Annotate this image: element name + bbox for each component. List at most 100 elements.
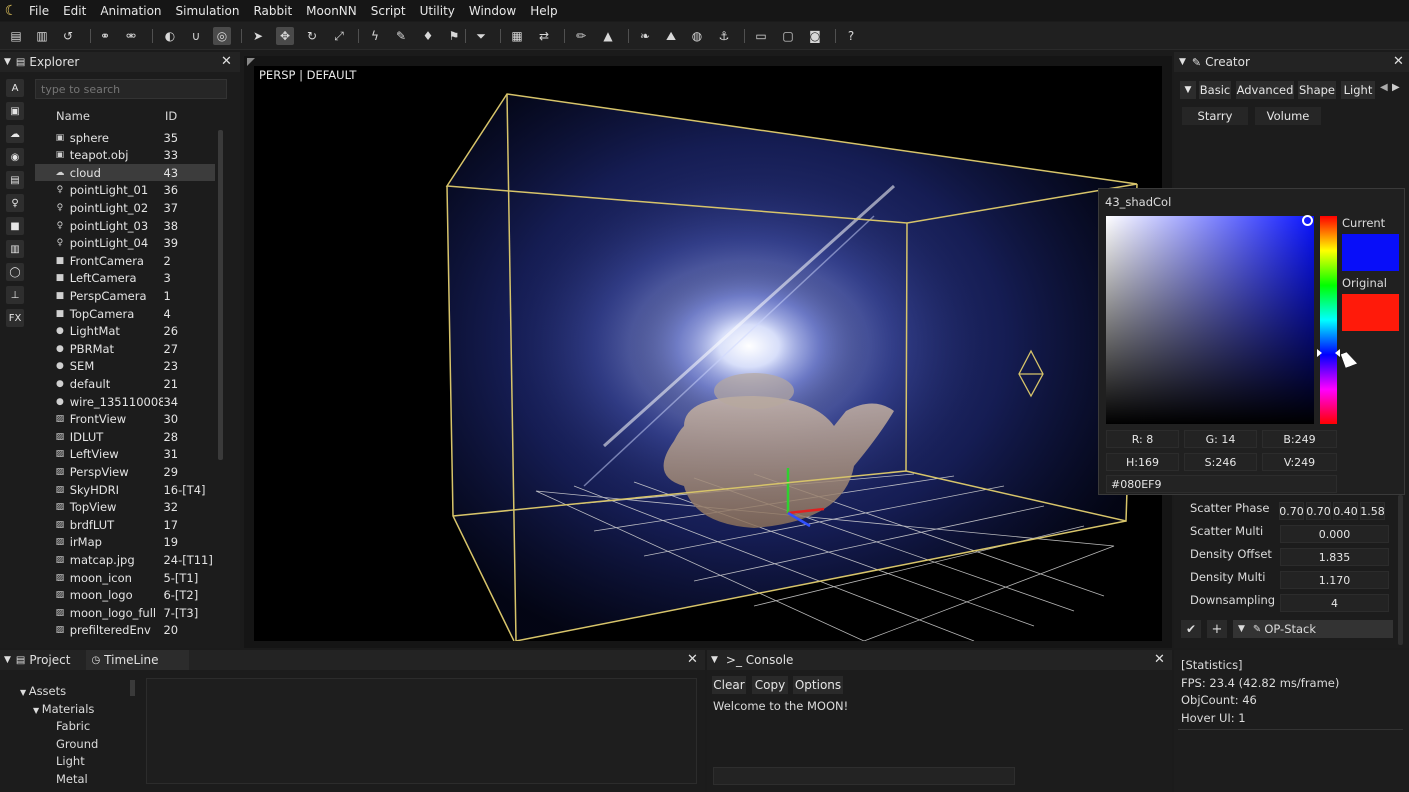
explorer-item[interactable]: ▨ PerspView 29 — [35, 463, 215, 480]
green-input[interactable]: G: 14 — [1184, 430, 1257, 448]
console-copy-button[interactable]: Copy — [752, 676, 788, 694]
chart-icon[interactable]: ▲ — [599, 27, 617, 45]
explorer-item[interactable]: ▨ TopView 32 — [35, 499, 215, 516]
hue-input[interactable]: H:169 — [1106, 453, 1179, 471]
console-options-button[interactable]: Options — [793, 676, 843, 694]
creator-menu-toggle[interactable]: ▼ — [1180, 81, 1196, 99]
hue-slider[interactable] — [1320, 216, 1337, 424]
shuffle-icon[interactable]: ⇄ — [535, 27, 553, 45]
unlink-icon[interactable]: ⚮ — [122, 27, 140, 45]
undo-icon[interactable]: ↺ — [59, 27, 77, 45]
explorer-item[interactable]: ■ FrontCamera 2 — [35, 252, 215, 269]
saturation-value-area[interactable] — [1106, 216, 1314, 424]
explorer-item[interactable]: ■ PerspCamera 1 — [35, 287, 215, 304]
move-icon[interactable]: ✥ — [276, 27, 294, 45]
collapse-icon[interactable]: ▼ — [711, 655, 718, 665]
column-id-header[interactable]: ID — [165, 109, 177, 123]
window-icon[interactable]: ▢ — [779, 27, 797, 45]
project-tree-item[interactable]: Light — [56, 754, 85, 768]
creator-scrollbar[interactable] — [1398, 495, 1403, 645]
explorer-item[interactable]: ▨ SkyHDRI 16-[T4] — [35, 481, 215, 498]
new-file-icon[interactable]: ▤ — [7, 27, 25, 45]
grid-icon[interactable]: ▦ — [508, 27, 526, 45]
side-tool-3[interactable]: ◉ — [6, 148, 24, 166]
explorer-item[interactable]: ■ LeftCamera 3 — [35, 270, 215, 287]
blue-input[interactable]: B:249 — [1262, 430, 1337, 448]
explorer-item[interactable]: ▨ irMap 19 — [35, 534, 215, 551]
column-name-header[interactable]: Name — [56, 109, 90, 123]
menu-rabbit[interactable]: Rabbit — [246, 4, 299, 18]
menu-help[interactable]: Help — [523, 4, 564, 18]
side-tool-10[interactable]: FX — [6, 309, 24, 327]
explorer-item[interactable]: ● PBRMat 27 — [35, 340, 215, 357]
explorer-item[interactable]: ♀ pointLight_02 37 — [35, 199, 215, 216]
op-stack-button[interactable]: ▼ ✎ OP-Stack — [1233, 620, 1393, 638]
target-icon[interactable]: ◎ — [213, 27, 231, 45]
value-input[interactable]: V:249 — [1262, 453, 1337, 471]
console-clear-button[interactable]: Clear — [712, 676, 746, 694]
sv-cursor-icon[interactable] — [1302, 215, 1313, 226]
lightning-icon[interactable]: ϟ — [366, 27, 384, 45]
confirm-button[interactable]: ✔ — [1181, 620, 1201, 638]
param-input[interactable]: 0.40 — [1333, 502, 1358, 520]
close-icon[interactable]: ✕ — [1154, 652, 1165, 667]
param-input[interactable]: 1.170 — [1280, 571, 1389, 589]
side-tool-2[interactable]: ☁ — [6, 125, 24, 143]
mountains-icon[interactable]: ⛰ — [662, 27, 680, 45]
red-input[interactable]: R: 8 — [1106, 430, 1179, 448]
anchor-icon[interactable]: ⚓ — [715, 27, 733, 45]
flag-icon[interactable]: ⚑ — [445, 27, 463, 45]
side-tool-8[interactable]: ◯ — [6, 263, 24, 281]
sub-tab-starry[interactable]: Starry — [1182, 107, 1248, 125]
menu-utility[interactable]: Utility — [413, 4, 462, 18]
side-tool-4[interactable]: ▤ — [6, 171, 24, 189]
collapse-icon[interactable]: ▼ — [1179, 57, 1186, 67]
project-tree-item[interactable]: Ground — [56, 737, 98, 751]
drop-pen-icon[interactable]: ✎ — [392, 27, 410, 45]
save-icon[interactable]: ▥ — [33, 27, 51, 45]
funnel-icon[interactable]: ⏷ — [472, 27, 490, 45]
rotate-icon[interactable]: ↻ — [303, 27, 321, 45]
close-icon[interactable]: ✕ — [1393, 54, 1404, 69]
param-input[interactable]: 1.835 — [1280, 548, 1389, 566]
scale-icon[interactable]: ⤢ — [330, 27, 348, 45]
param-input[interactable]: 1.58 — [1360, 502, 1385, 520]
collapse-icon[interactable]: ▼ — [4, 57, 11, 67]
chevron-down-icon[interactable]: ▼ — [20, 688, 29, 697]
menu-moonnn[interactable]: MoonNN — [299, 4, 364, 18]
tab-basic[interactable]: Basic — [1199, 81, 1231, 99]
tab-scroll-right-icon[interactable]: ▶ — [1392, 82, 1400, 93]
saturation-input[interactable]: S:246 — [1184, 453, 1257, 471]
globe-icon[interactable]: ◍ — [688, 27, 706, 45]
explorer-item[interactable]: ▨ IDLUT 28 — [35, 428, 215, 445]
explorer-item[interactable]: ▨ moon_logo 6-[T2] — [35, 587, 215, 604]
camera-icon[interactable]: ◙ — [806, 27, 824, 45]
help-icon[interactable]: ? — [842, 27, 860, 45]
param-input[interactable]: 0.70 — [1306, 502, 1331, 520]
tab-light[interactable]: Light — [1341, 81, 1375, 99]
menu-edit[interactable]: Edit — [56, 4, 93, 18]
explorer-item[interactable]: ▨ matcap.jpg 24-[T11] — [35, 551, 215, 568]
tab-scroll-left-icon[interactable]: ◀ — [1380, 82, 1388, 93]
explorer-item[interactable]: ● LightMat 26 — [35, 323, 215, 340]
explorer-item[interactable]: ▨ moon_logo_full 7-[T3] — [35, 604, 215, 621]
project-tree-item[interactable]: ▼ Assets — [20, 684, 66, 698]
sub-tab-volume[interactable]: Volume — [1255, 107, 1321, 125]
explorer-item[interactable]: ♀ pointLight_04 39 — [35, 235, 215, 252]
tab-shape[interactable]: Shape — [1298, 81, 1336, 99]
link-icon[interactable]: ⚭ — [96, 27, 114, 45]
project-tree-item[interactable]: Metal — [56, 772, 88, 786]
explorer-item[interactable]: ▣ sphere 35 — [35, 129, 215, 146]
param-input[interactable]: 0.70 — [1279, 502, 1304, 520]
explorer-item[interactable]: ■ TopCamera 4 — [35, 305, 215, 322]
film-icon[interactable]: ▭ — [752, 27, 770, 45]
explorer-item[interactable]: ☁ cloud 43 — [35, 164, 215, 182]
magnet-icon[interactable]: ∪ — [187, 27, 205, 45]
explorer-item[interactable]: ● SEM 23 — [35, 358, 215, 375]
console-input[interactable] — [713, 767, 1015, 785]
close-icon[interactable]: ✕ — [687, 652, 698, 667]
menu-file[interactable]: File — [22, 4, 56, 18]
explorer-item[interactable]: ▨ moon_icon 5-[T1] — [35, 569, 215, 586]
project-tree-item[interactable]: ▼ Materials — [33, 702, 94, 716]
brush-icon[interactable]: ✏ — [572, 27, 590, 45]
